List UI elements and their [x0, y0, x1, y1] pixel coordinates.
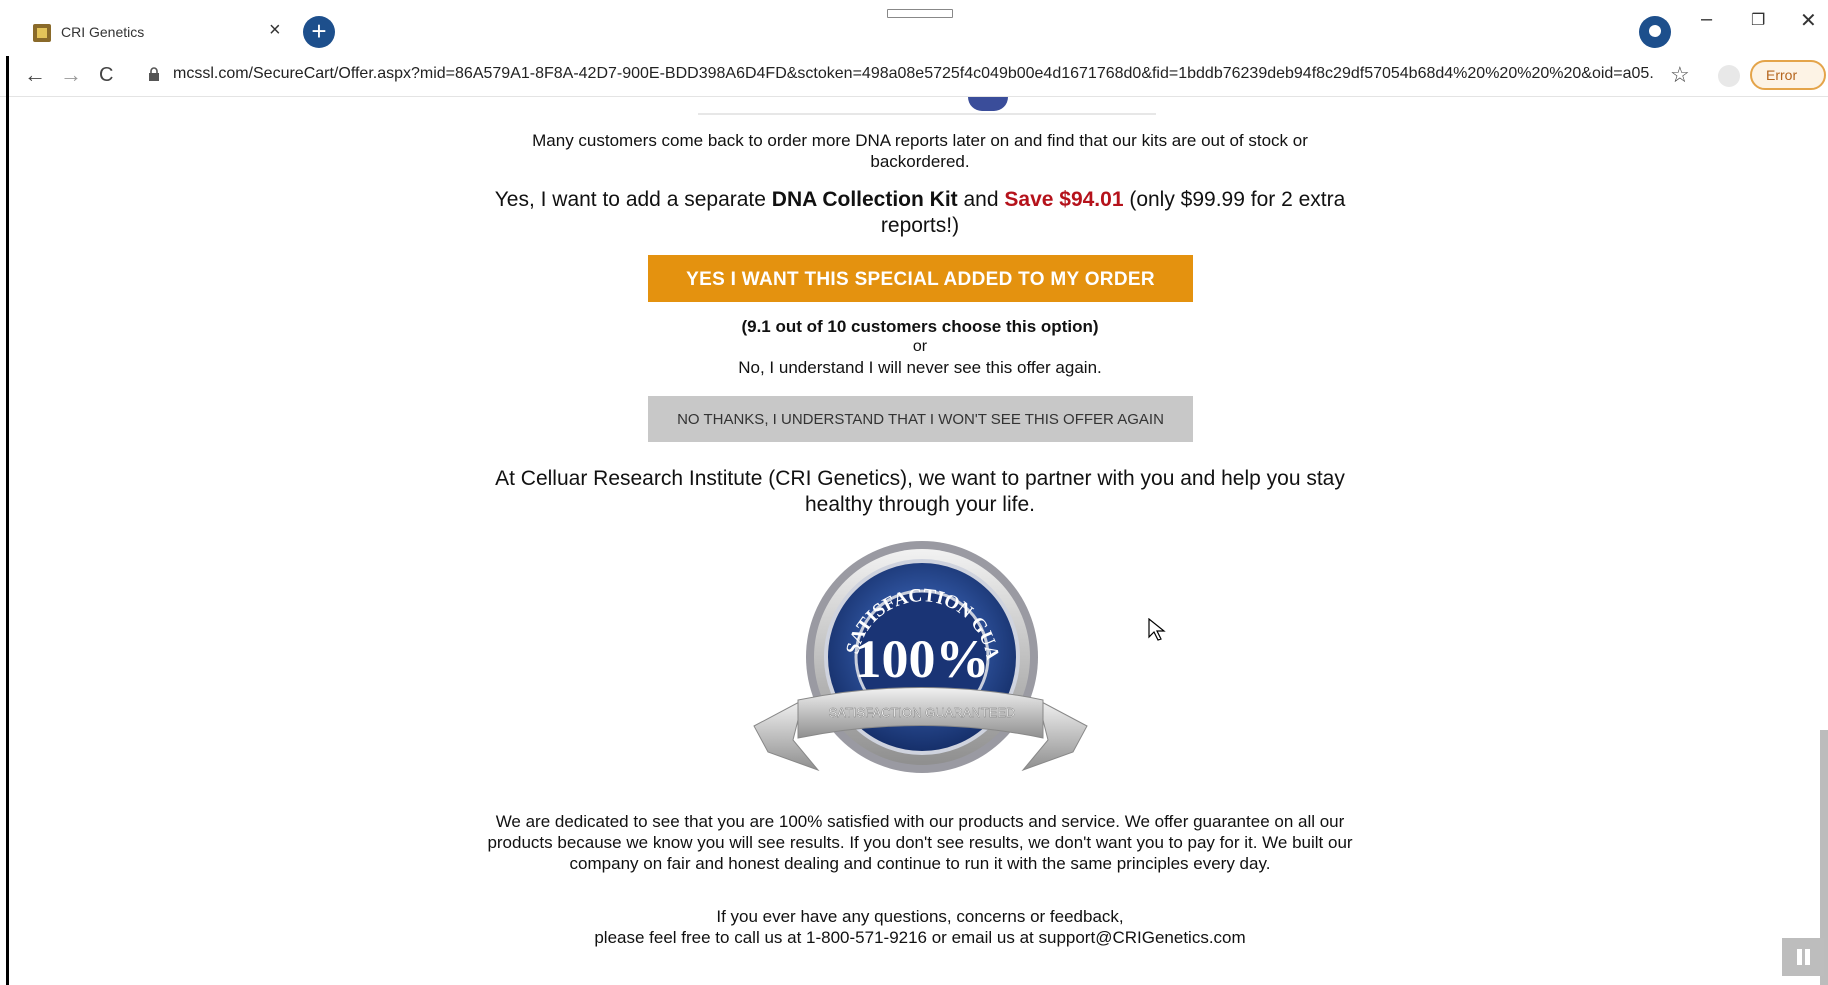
bookmark-star-icon[interactable]: ☆ — [1670, 62, 1690, 88]
profile-avatar-icon[interactable] — [1718, 65, 1740, 87]
pitch-product: DNA Collection Kit — [771, 188, 958, 211]
mouse-cursor-icon — [1148, 618, 1166, 641]
social-proof: (9.1 out of 10 customers choose this opt… — [741, 317, 1099, 336]
browser-tab[interactable]: CRI Genetics × — [14, 10, 294, 56]
pause-icon[interactable] — [1782, 938, 1824, 976]
tab-title: CRI Genetics — [61, 24, 145, 40]
pitch-prefix: Yes, I want to add a separate — [494, 188, 772, 211]
new-tab-button[interactable]: + — [303, 16, 335, 48]
pitch-save: Save $94.01 — [1004, 188, 1124, 211]
satisfaction-guarantee-seal: SATISFACTION GUARANTEED 100% SATISFACTIO… — [748, 540, 1088, 773]
close-window-button[interactable]: ✕ — [1800, 8, 1817, 33]
back-icon[interactable]: ← — [24, 62, 46, 88]
offer-intro-wrap: Many customers come back to order more D… — [0, 130, 1828, 172]
tab-strip: CRI Genetics × + – ❐ ✕ — [0, 0, 1828, 56]
partner-text-wrap: At Celluar Research Institute (CRI Genet… — [0, 466, 1828, 518]
guarantee-wrap: We are dedicated to see that you are 100… — [0, 811, 1828, 874]
window-drag-handle[interactable] — [887, 9, 953, 18]
close-tab-icon[interactable]: × — [269, 20, 281, 40]
lock-icon — [149, 67, 159, 81]
reload-icon[interactable]: C — [99, 64, 113, 87]
pitch-and: and — [957, 188, 1005, 211]
offer-pitch: Yes, I want to add a separate DNA Collec… — [490, 187, 1350, 239]
accept-offer-button[interactable]: YES I WANT THIS SPECIAL ADDED TO MY ORDE… — [648, 255, 1193, 302]
partner-text: At Celluar Research Institute (CRI Genet… — [495, 467, 1345, 516]
site-favicon-icon — [33, 24, 51, 42]
browser-toolbar: ← → C mcssl.com/SecureCart/Offer.aspx?mi… — [0, 56, 1828, 97]
decline-offer-button[interactable]: NO THANKS, I UNDERSTAND THAT I WON'T SEE… — [648, 396, 1193, 442]
address-bar[interactable]: mcssl.com/SecureCart/Offer.aspx?mid=86A5… — [173, 65, 1653, 83]
offer-intro: Many customers come back to order more D… — [532, 131, 1308, 171]
product-image-edge — [698, 97, 1156, 115]
or-divider: or — [912, 338, 928, 355]
decline-text: No, I understand I will never see this o… — [738, 358, 1102, 377]
forward-icon[interactable]: → — [60, 62, 82, 88]
guarantee-paragraph: We are dedicated to see that you are 100… — [487, 812, 1353, 873]
offer-pitch-wrap: Yes, I want to add a separate DNA Collec… — [0, 187, 1828, 239]
restore-button[interactable]: ❐ — [1751, 10, 1765, 30]
contact-line-1: If you ever have any questions, concerns… — [716, 907, 1124, 926]
minimize-button[interactable]: – — [1701, 8, 1712, 31]
seal-percent: 100% — [855, 629, 990, 689]
extension-icon[interactable] — [1639, 16, 1671, 48]
contact-line-2: please feel free to call us at 1-800-571… — [594, 928, 1246, 947]
error-status-button[interactable]: Error — [1750, 60, 1826, 90]
seal-ribbon-text: SATISFACTION GUARANTEED — [829, 705, 1016, 720]
page-content: Many customers come back to order more D… — [0, 97, 1828, 985]
